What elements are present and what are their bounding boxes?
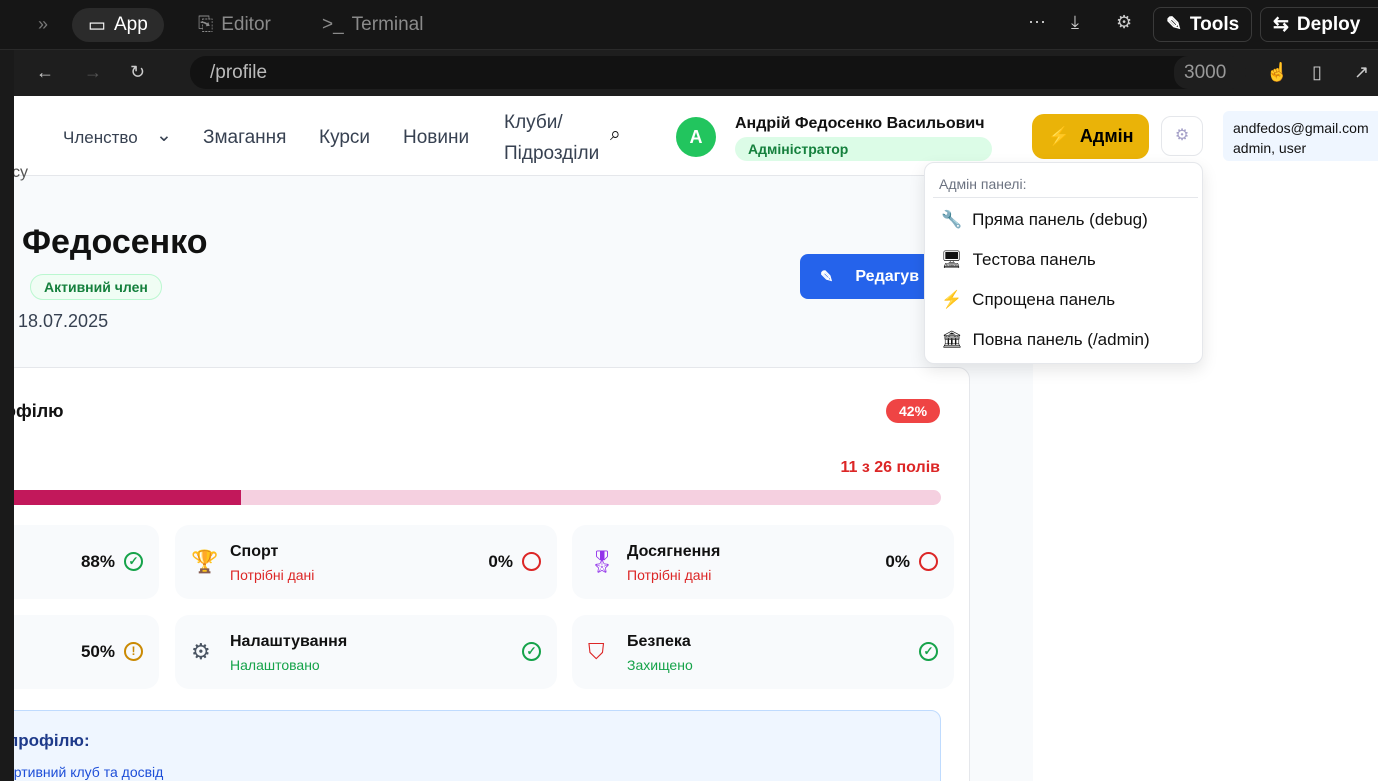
tools-button[interactable]: ✎ Tools: [1153, 7, 1253, 42]
url-input[interactable]: /profile: [190, 56, 1246, 89]
gear-icon: ⚙: [191, 639, 211, 664]
site-header: Членство ⌄ Змагання Курси Новини Клуби/ …: [14, 96, 1033, 176]
alert-circle-icon: !: [124, 642, 143, 661]
app-page: Членство ⌄ Змагання Курси Новини Клуби/ …: [14, 96, 1378, 781]
monitor-icon: 🖥: [941, 250, 963, 269]
menu-item-test[interactable]: 🖥 Тестова панель: [941, 250, 1096, 270]
fields-count: 11 з 26 полів: [840, 459, 940, 476]
file-icon: ⎘: [198, 14, 214, 35]
tab-editor[interactable]: ⎘ Editor: [182, 8, 287, 42]
edit-icon: ✎: [820, 268, 834, 286]
reload-icon[interactable]: ↻: [130, 62, 145, 83]
lightning-icon: ⚡: [1047, 126, 1070, 146]
nav-divisions[interactable]: Підрозділи: [504, 143, 599, 165]
section-contacts[interactable]: 50%!: [14, 615, 159, 689]
role-badge: Адміністратор: [735, 137, 992, 161]
profile-name: Федосенко: [22, 223, 208, 261]
external-link-icon[interactable]: ↗: [1354, 62, 1369, 83]
card-title: офілю: [14, 401, 64, 421]
nav-competitions[interactable]: Змагання: [203, 127, 286, 149]
expand-icon[interactable]: »: [38, 14, 48, 35]
nav-news[interactable]: Новини: [403, 127, 469, 149]
window-icon: ▭: [88, 14, 106, 36]
chevron-down-icon[interactable]: ⌄: [156, 124, 172, 147]
empty-circle-icon: [919, 552, 938, 571]
status-badge: Активний член: [30, 274, 162, 300]
deploy-button[interactable]: ⇆ Deploy: [1260, 7, 1378, 42]
tab-app[interactable]: ▭ App: [72, 8, 164, 42]
admin-dropdown-menu: Адмін панелі: 🔧 Пряма панель (debug) 🖥 Тес…: [924, 162, 1203, 364]
member-since-date: 18.07.2025: [18, 311, 109, 331]
menu-item-simple[interactable]: ⚡ Спрощена панель: [941, 290, 1115, 310]
tab-terminal[interactable]: >_ Terminal: [306, 8, 439, 42]
check-circle-icon: ✓: [522, 642, 541, 661]
tools-icon: ✎: [1166, 14, 1182, 35]
back-icon[interactable]: ←: [36, 62, 54, 83]
settings-button[interactable]: ⚙: [1161, 116, 1203, 156]
nav-membership[interactable]: Членство: [63, 128, 138, 148]
menu-item-debug[interactable]: 🔧 Пряма панель (debug): [941, 210, 1148, 230]
gear-icon[interactable]: ⚙: [1116, 12, 1132, 33]
section-personal[interactable]: 88% ✓: [14, 525, 159, 599]
section-achievements[interactable]: 🎖 Досягнення Потрібні дані 0%: [572, 525, 954, 599]
menu-item-full[interactable]: 🏛 Повна панель (/admin): [941, 330, 1150, 350]
progress-bar: [14, 490, 941, 505]
percent-badge: 42%: [886, 399, 941, 423]
trophy-icon: 🏆: [191, 549, 219, 574]
award-icon: 🎖: [588, 549, 616, 574]
check-circle-icon: ✓: [919, 642, 938, 661]
shield-icon: ⛉: [588, 639, 605, 664]
tips-box: профілю: ортивний клуб та досвід: [14, 710, 941, 781]
port-input[interactable]: 3000: [1174, 56, 1246, 89]
nav-courses[interactable]: Курси: [319, 127, 370, 149]
device-icon[interactable]: ▯: [1312, 62, 1322, 83]
search-icon[interactable]: ⌕: [610, 124, 621, 146]
breadcrumb: су: [14, 164, 28, 181]
admin-button[interactable]: ⚡ Адмін: [1032, 114, 1149, 159]
wrench-icon: 🔧: [941, 210, 963, 229]
pointer-icon[interactable]: ☝: [1266, 62, 1288, 83]
avatar[interactable]: A: [676, 117, 716, 157]
divider: [933, 197, 1198, 198]
terminal-icon: >_: [322, 14, 344, 35]
browser-nav: ← → ↻ /profile 3000 ☝ ▯ ↗: [14, 50, 1378, 96]
forward-icon[interactable]: →: [84, 62, 102, 83]
check-circle-icon: ✓: [124, 552, 143, 571]
section-security[interactable]: ⛉ Безпека Захищено ✓: [572, 615, 954, 689]
profile-completion-card: офілю 42% 11 з 26 полів 88%✓ 🏆СпортПотрі…: [14, 367, 970, 781]
menu-header: Адмін панелі:: [939, 176, 1027, 192]
lightning-icon: ⚡: [941, 290, 963, 309]
deploy-icon: ⇆: [1273, 14, 1289, 35]
download-icon[interactable]: ⤓: [1071, 12, 1079, 33]
more-icon[interactable]: ⋯: [1028, 12, 1046, 33]
empty-circle-icon: [522, 552, 541, 571]
bank-icon: 🏛: [941, 330, 963, 349]
nav-clubs[interactable]: Клуби/: [504, 112, 563, 134]
section-settings[interactable]: ⚙ Налаштування Налаштовано ✓: [175, 615, 557, 689]
user-name: Андрій Федосенко Васильович: [735, 115, 985, 132]
progress-fill: [14, 490, 241, 505]
section-sport[interactable]: 🏆 Спорт Потрібні дані 0%: [175, 525, 557, 599]
debug-user-info: andfedos@gmail.com admin, user: [1223, 111, 1378, 161]
ide-top-bar: » ▭ App ⎘ Editor >_ Terminal ⋯ ⤓ ⚙ ✎ Tools ⇆…: [0, 0, 1378, 50]
